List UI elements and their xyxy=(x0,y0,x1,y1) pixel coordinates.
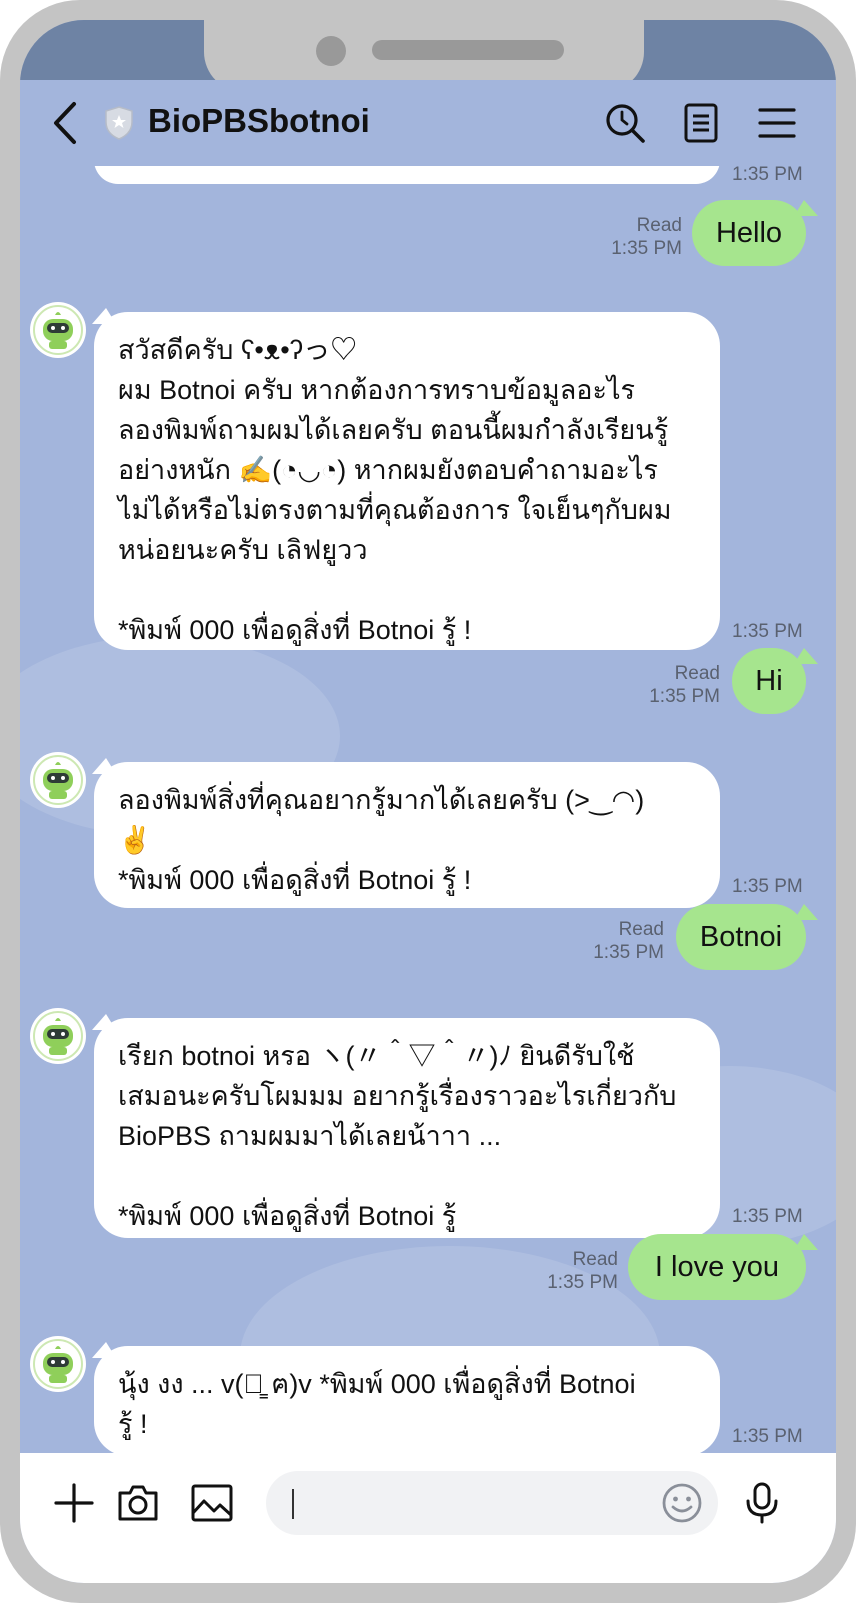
plus-icon[interactable] xyxy=(52,1481,96,1525)
message-time: 1:35 PM xyxy=(732,166,803,185)
bot-avatar[interactable] xyxy=(30,302,86,358)
message-time: 1:35 PM xyxy=(732,876,803,897)
speaker-grille xyxy=(372,40,564,60)
shield-icon xyxy=(105,106,133,140)
message-time: 1:35 PM xyxy=(732,621,803,642)
emoji-icon[interactable] xyxy=(660,1481,704,1525)
incoming-message[interactable]: เรียก botnoi หรอ ヽ(〃＾▽＾〃)ﾉ ยินดีรับใช้ เ… xyxy=(94,1018,720,1238)
message-time: 1:35 PM xyxy=(649,686,720,707)
chat-screen: BioPBSbotnoi 1:35 PM Read 1:35 PM Hello … xyxy=(20,20,836,1583)
image-icon[interactable] xyxy=(190,1481,234,1525)
bubble-tail xyxy=(794,648,818,664)
notes-icon[interactable] xyxy=(680,102,722,144)
outgoing-message[interactable]: Hello xyxy=(692,200,806,266)
read-receipt: Read 1:35 PM xyxy=(580,214,682,260)
menu-icon[interactable] xyxy=(756,102,798,144)
camera-icon[interactable] xyxy=(116,1481,160,1525)
text-cursor xyxy=(292,1489,294,1519)
bubble-tail xyxy=(794,1234,818,1250)
incoming-message[interactable]: ลองพิมพ์สิ่งที่คุณอยากรู้มากได้เลยครับ (… xyxy=(94,762,720,908)
back-icon[interactable] xyxy=(46,98,86,148)
message-input[interactable] xyxy=(266,1471,718,1535)
outgoing-message[interactable]: I love you xyxy=(628,1234,806,1300)
search-icon[interactable] xyxy=(604,102,646,144)
bot-avatar[interactable] xyxy=(30,752,86,808)
bot-avatar[interactable] xyxy=(30,1336,86,1392)
read-label: Read xyxy=(572,1249,618,1270)
read-label: Read xyxy=(618,919,664,940)
microphone-icon[interactable] xyxy=(740,1481,784,1525)
outgoing-message[interactable]: Botnoi xyxy=(676,904,806,970)
message-bubble-partial[interactable] xyxy=(94,166,720,184)
chat-header: BioPBSbotnoi xyxy=(20,80,836,166)
message-time: 1:35 PM xyxy=(732,1206,803,1227)
read-receipt: Read 1:35 PM xyxy=(514,1248,618,1294)
bubble-tail xyxy=(794,200,818,216)
read-label: Read xyxy=(674,663,720,684)
message-list[interactable]: 1:35 PM Read 1:35 PM Hello สวัสดีครับ ʕ•… xyxy=(20,166,836,1453)
chat-title: BioPBSbotnoi xyxy=(148,102,370,139)
message-time: 1:35 PM xyxy=(732,1426,803,1447)
read-receipt: Read 1:35 PM xyxy=(616,662,720,708)
robot-avatar-icon xyxy=(33,305,83,355)
message-time: 1:35 PM xyxy=(547,1272,618,1293)
bubble-tail xyxy=(794,904,818,920)
message-time: 1:35 PM xyxy=(593,942,664,963)
message-input-bar xyxy=(20,1453,836,1583)
robot-avatar-icon xyxy=(33,755,83,805)
message-time: 1:35 PM xyxy=(611,238,682,259)
camera-icon xyxy=(316,36,346,66)
robot-avatar-icon xyxy=(33,1011,83,1061)
read-receipt: Read 1:35 PM xyxy=(560,918,664,964)
incoming-message[interactable]: นุ้ง งง ... v(ฅ̳ ฅ)v *พิมพ์ 000 เพื่อดูส… xyxy=(94,1346,720,1453)
incoming-message[interactable]: สวัสดีครับ ʕ•ᴥ•ʔっ♡ ผม Botnoi ครับ หากต้อ… xyxy=(94,312,720,650)
robot-avatar-icon xyxy=(33,1339,83,1389)
bot-avatar[interactable] xyxy=(30,1008,86,1064)
read-label: Read xyxy=(636,215,682,236)
